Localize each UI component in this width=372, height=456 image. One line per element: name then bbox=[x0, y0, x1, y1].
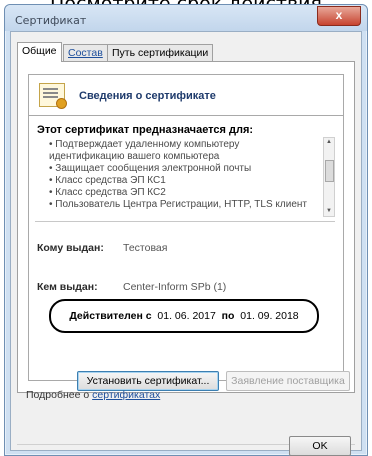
install-certificate-button[interactable]: Установить сертификат... bbox=[77, 371, 219, 391]
scroll-up-arrow-icon[interactable]: ▲ bbox=[324, 138, 334, 147]
valid-from-value: 01. 06. 2017 bbox=[157, 310, 216, 322]
valid-from-label: Действителен с bbox=[69, 310, 152, 322]
purpose-item: • Класс средства ЭП КС1 bbox=[49, 175, 166, 186]
scroll-down-arrow-icon[interactable]: ▼ bbox=[324, 207, 334, 216]
valid-to-label: по bbox=[221, 310, 235, 322]
window-title: Сертификат bbox=[15, 14, 87, 27]
general-tab-panel: Сведения о сертификате Этот сертификат п… bbox=[17, 61, 355, 393]
tab-general[interactable]: Общие bbox=[17, 42, 62, 62]
certificate-icon bbox=[39, 83, 67, 109]
issued-by-value: Center-Inform SPb (1) bbox=[123, 281, 227, 293]
purpose-item: • Пользователь Центра Регистрации, HTTP,… bbox=[49, 199, 307, 210]
dialog-client-area: Общие Состав Путь сертификации Сведения … bbox=[10, 31, 362, 456]
more-info-prefix: Подробнее о bbox=[26, 389, 90, 401]
ok-button[interactable]: OK bbox=[289, 436, 351, 456]
issued-by-label: Кем выдан: bbox=[37, 281, 98, 293]
validity-period: Действителен с 01. 06. 2017 по 01. 09. 2… bbox=[49, 299, 319, 333]
issued-to-value: Тестовая bbox=[123, 242, 168, 254]
purpose-scrollbar[interactable]: ▲ ▼ bbox=[323, 137, 335, 217]
issued-to-label: Кому выдан: bbox=[37, 242, 104, 254]
more-info: Подробнее о сертификатах bbox=[26, 389, 160, 401]
issuer-statement-button[interactable]: Заявление поставщика bbox=[226, 371, 350, 391]
title-bar[interactable]: Сертификат x bbox=[5, 5, 367, 31]
purpose-item: • Защищает сообщения электронной почты bbox=[49, 163, 252, 174]
tab-certification-path[interactable]: Путь сертификации bbox=[107, 44, 214, 61]
info-title: Сведения о сертификате bbox=[79, 90, 216, 102]
purpose-list[interactable]: • Подтверждает удаленному компьютеру иде… bbox=[49, 139, 311, 211]
scroll-thumb[interactable] bbox=[325, 160, 334, 182]
divider bbox=[35, 221, 335, 222]
purpose-item: • Класс средства ЭП КС2 bbox=[49, 187, 166, 198]
close-button[interactable]: x bbox=[317, 6, 361, 26]
tab-details[interactable]: Состав bbox=[63, 44, 108, 61]
purpose-title: Этот сертификат предназначается для: bbox=[37, 124, 254, 136]
certificates-link[interactable]: сертификатах bbox=[92, 389, 160, 401]
purpose-item: идентификацию вашего компьютера bbox=[49, 151, 220, 162]
info-header: Сведения о сертификате bbox=[29, 75, 343, 116]
valid-to-value: 01. 09. 2018 bbox=[240, 310, 299, 322]
certificate-info-box: Сведения о сертификате Этот сертификат п… bbox=[28, 74, 344, 381]
purpose-item: • Подтверждает удаленному компьютеру bbox=[49, 139, 240, 150]
